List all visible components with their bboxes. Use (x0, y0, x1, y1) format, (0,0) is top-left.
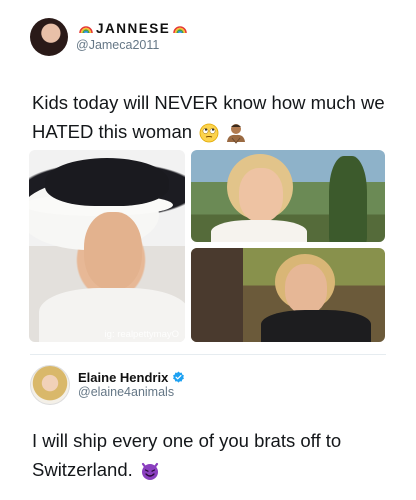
foreground-blur-shape (191, 248, 243, 342)
second-handle[interactable]: @elaine4animals (78, 385, 185, 400)
watermark-text: ig: realpettymayO (104, 329, 179, 340)
rainbow-icon (79, 26, 93, 34)
rainbow-icon (173, 26, 188, 34)
second-tweet-text: I will ship every one of you brats off t… (32, 430, 342, 480)
top-shape (261, 310, 371, 342)
first-tweet-names: JANNESE @Jameca2011 (76, 21, 190, 52)
first-display-name-row[interactable]: JANNESE (76, 21, 190, 37)
first-tweet-text-block: Kids today will NEVER know how much we H… (32, 88, 392, 146)
verified-badge-icon (173, 371, 185, 383)
second-tweet-text-block: I will ship every one of you brats off t… (32, 426, 392, 484)
top-shape (211, 220, 307, 242)
second-display-name-row[interactable]: Elaine Hendrix (78, 370, 185, 386)
face-shape (239, 168, 283, 222)
photo-woman-smiling[interactable] (191, 248, 385, 342)
man-shrugging-emoji-icon (227, 124, 246, 144)
photo-collage[interactable]: ig: realpettymayO (29, 150, 385, 342)
tree-shape (329, 156, 367, 242)
first-display-name: JANNESE (96, 21, 171, 37)
elaine-avatar[interactable] (30, 365, 70, 405)
face-shape (84, 212, 142, 290)
photo-woman-in-hat[interactable]: ig: realpettymayO (29, 150, 185, 342)
divider (30, 354, 386, 355)
jannese-avatar[interactable] (30, 18, 68, 56)
first-tweet-header: JANNESE @Jameca2011 (30, 14, 190, 60)
photo-woman-outdoors[interactable] (191, 150, 385, 242)
rolling-eyes-emoji-icon (199, 123, 219, 143)
second-tweet-header: Elaine Hendrix @elaine4animals (30, 362, 185, 408)
hat-shape (45, 158, 169, 206)
first-handle[interactable]: @Jameca2011 (76, 38, 190, 53)
smiling-devil-emoji-icon (141, 463, 159, 481)
face-shape (285, 264, 327, 314)
second-display-name: Elaine Hendrix (78, 369, 169, 385)
second-tweet-names: Elaine Hendrix @elaine4animals (78, 370, 185, 401)
